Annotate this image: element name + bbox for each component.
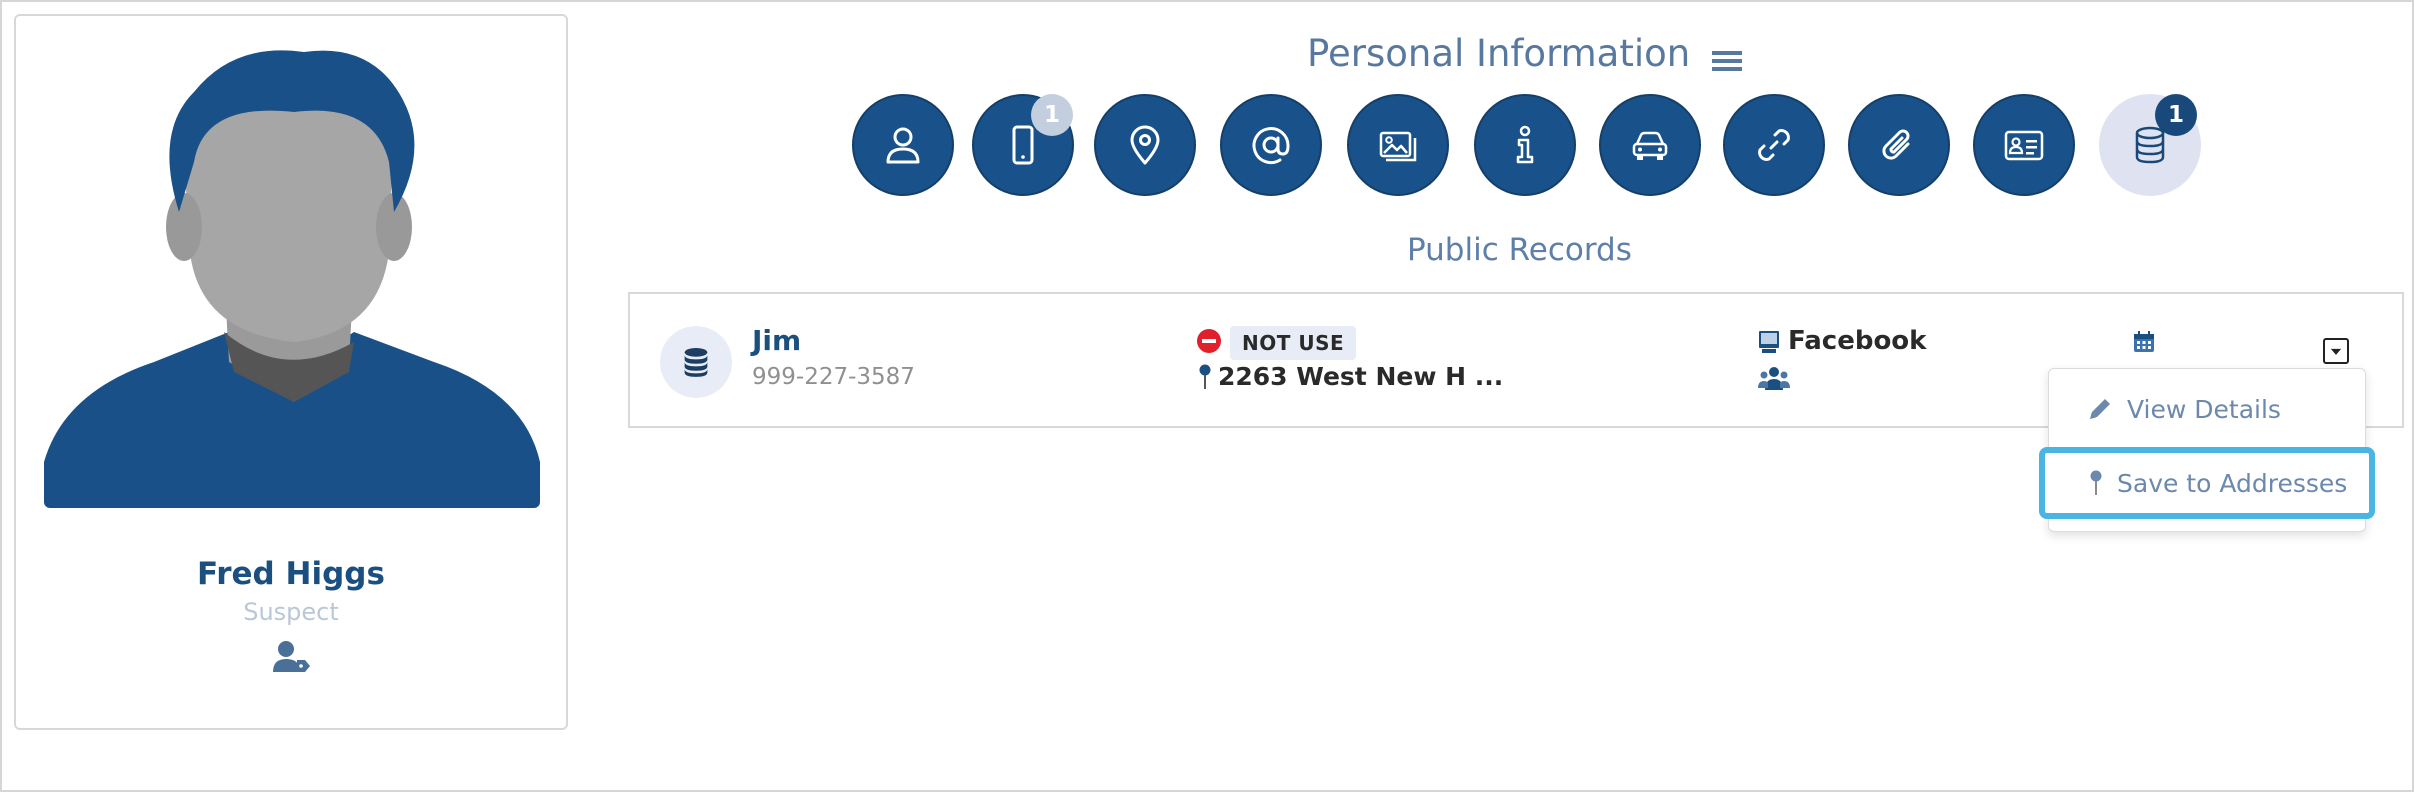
- link-icon: [1758, 129, 1790, 161]
- no-entry-icon: [1196, 328, 1222, 354]
- info-icon: [1516, 125, 1534, 164]
- map-pin-icon: [1130, 125, 1160, 165]
- phone-count-badge: 1: [1031, 94, 1073, 136]
- record-database-icon: [660, 326, 732, 398]
- pencil-icon: [2090, 399, 2110, 419]
- section-title: Public Records: [1407, 232, 1632, 268]
- category-vehicle-button[interactable]: [1599, 94, 1701, 196]
- user-icon: [886, 127, 920, 164]
- record-source: Facebook: [1788, 326, 1927, 356]
- people-group-icon: [1758, 366, 1790, 390]
- view-details-menu-item[interactable]: View Details: [2049, 379, 2365, 439]
- category-user-button[interactable]: [852, 94, 954, 196]
- user-tag-icon[interactable]: [273, 640, 311, 674]
- at-sign-icon: [1252, 127, 1290, 165]
- images-icon: [1379, 131, 1417, 162]
- category-location-button[interactable]: [1094, 94, 1196, 196]
- profile-name: Fred Higgs: [197, 556, 385, 592]
- record-phone: 999-227-3587: [752, 364, 915, 390]
- person-silhouette-icon: [44, 42, 540, 508]
- record-name: Jim: [752, 324, 802, 357]
- category-links-button[interactable]: [1723, 94, 1825, 196]
- public-records-count-badge: 1: [2155, 94, 2197, 136]
- hamburger-menu-icon[interactable]: [1712, 40, 1743, 71]
- category-info-button[interactable]: [1474, 94, 1576, 196]
- status-badge: NOT USE: [1230, 326, 1357, 360]
- id-card-icon: [2004, 130, 2044, 161]
- page-title: Personal Information: [1307, 31, 1691, 75]
- save-to-addresses-label: Save to Addresses: [2117, 468, 2348, 498]
- save-to-addresses-menu-item[interactable]: Save to Addresses: [2039, 447, 2375, 519]
- view-details-label: View Details: [2127, 394, 2281, 424]
- paperclip-icon: [1882, 129, 1910, 160]
- profile-role: Suspect: [243, 598, 339, 626]
- category-email-button[interactable]: [1220, 94, 1322, 196]
- profile-card: Fred Higgs Suspect: [14, 14, 568, 730]
- pushpin-icon: [1198, 364, 1212, 390]
- category-attachments-button[interactable]: [1848, 94, 1950, 196]
- category-images-button[interactable]: [1347, 94, 1449, 196]
- car-icon: [1632, 131, 1668, 160]
- caret-down-icon: [2330, 348, 2342, 355]
- record-address: 2263 West New H ...: [1218, 362, 1504, 391]
- category-id-button[interactable]: [1973, 94, 2075, 196]
- app-frame: Fred Higgs Suspect Personal Information: [0, 0, 2414, 792]
- calendar-icon: [2132, 330, 2156, 354]
- personal-information-title: Personal Information: [1307, 28, 1743, 78]
- record-actions-dropdown-toggle[interactable]: [2323, 338, 2349, 364]
- record-actions-menu: View Details Save to Addresses: [2039, 368, 2375, 532]
- computer-icon: [1758, 330, 1780, 354]
- pushpin-icon: [2090, 470, 2102, 495]
